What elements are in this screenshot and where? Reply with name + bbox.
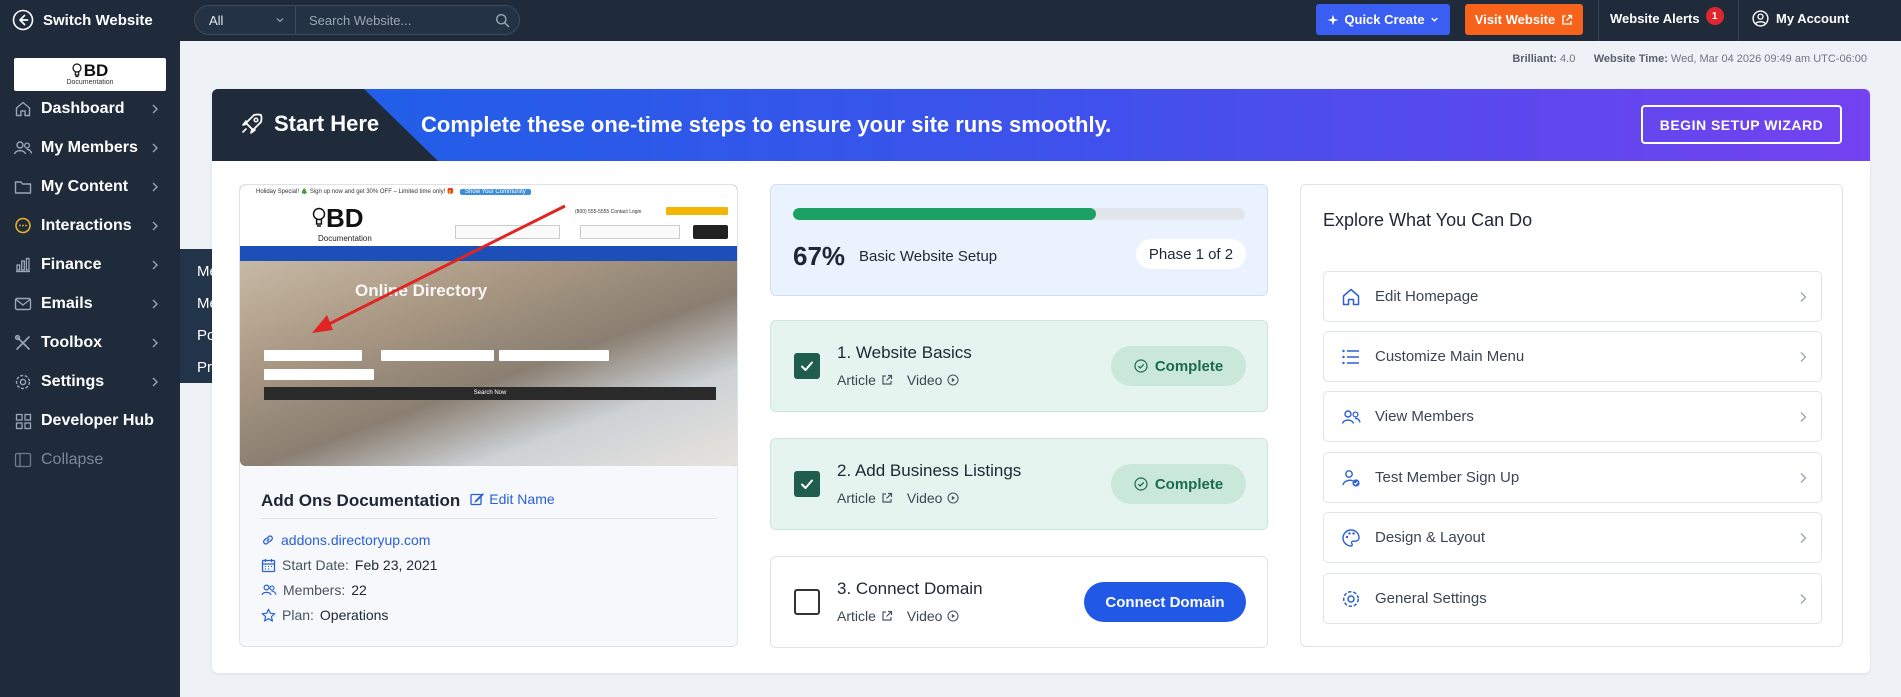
annotation-arrow	[312, 204, 566, 333]
